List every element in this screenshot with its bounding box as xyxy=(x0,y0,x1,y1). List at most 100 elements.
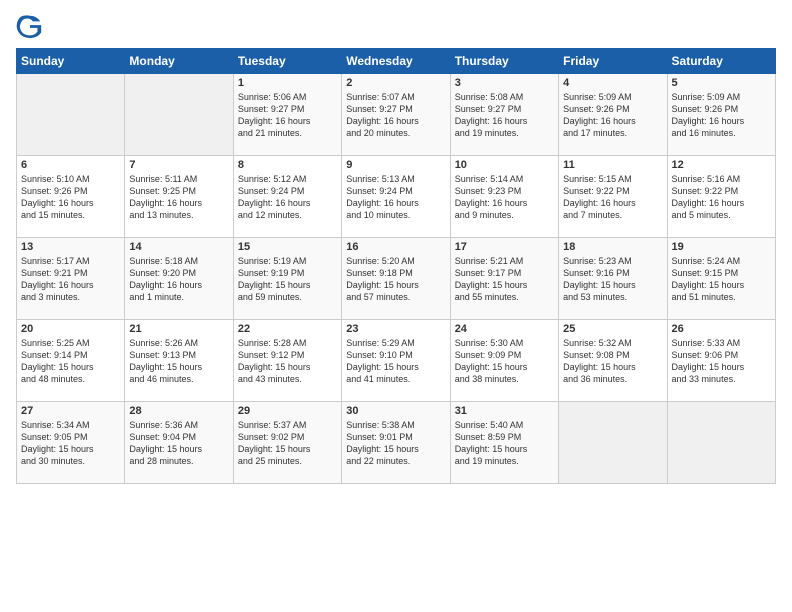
calendar-cell: 15 Sunrise: 5:19 AM Sunset: 9:19 PM Dayli… xyxy=(233,238,341,320)
calendar-cell: 29 Sunrise: 5:37 AM Sunset: 9:02 PM Dayli… xyxy=(233,402,341,484)
day-number: 4 xyxy=(563,77,662,89)
calendar-cell xyxy=(125,74,233,156)
calendar-cell: 5 Sunrise: 5:09 AM Sunset: 9:26 PM Daylig… xyxy=(667,74,775,156)
day-number: 21 xyxy=(129,323,228,335)
day-number: 30 xyxy=(346,405,445,417)
day-number: 19 xyxy=(672,241,771,253)
calendar-cell: 11 Sunrise: 5:15 AM Sunset: 9:22 PM Dayli… xyxy=(559,156,667,238)
logo xyxy=(16,12,48,40)
day-info: Sunrise: 5:16 AM Sunset: 9:22 PM Dayligh… xyxy=(672,173,771,222)
calendar-cell: 4 Sunrise: 5:09 AM Sunset: 9:26 PM Daylig… xyxy=(559,74,667,156)
day-number: 8 xyxy=(238,159,337,171)
day-number: 20 xyxy=(21,323,120,335)
day-number: 26 xyxy=(672,323,771,335)
day-info: Sunrise: 5:37 AM Sunset: 9:02 PM Dayligh… xyxy=(238,419,337,468)
calendar-cell: 23 Sunrise: 5:29 AM Sunset: 9:10 PM Dayli… xyxy=(342,320,450,402)
day-info: Sunrise: 5:24 AM Sunset: 9:15 PM Dayligh… xyxy=(672,255,771,304)
day-number: 22 xyxy=(238,323,337,335)
day-number: 1 xyxy=(238,77,337,89)
day-number: 12 xyxy=(672,159,771,171)
day-info: Sunrise: 5:19 AM Sunset: 9:19 PM Dayligh… xyxy=(238,255,337,304)
header-row: SundayMondayTuesdayWednesdayThursdayFrid… xyxy=(17,49,776,74)
calendar-cell: 26 Sunrise: 5:33 AM Sunset: 9:06 PM Dayli… xyxy=(667,320,775,402)
day-number: 14 xyxy=(129,241,228,253)
day-info: Sunrise: 5:20 AM Sunset: 9:18 PM Dayligh… xyxy=(346,255,445,304)
day-number: 13 xyxy=(21,241,120,253)
page: SundayMondayTuesdayWednesdayThursdayFrid… xyxy=(0,0,792,612)
day-number: 18 xyxy=(563,241,662,253)
day-number: 6 xyxy=(21,159,120,171)
day-number: 3 xyxy=(455,77,554,89)
day-info: Sunrise: 5:34 AM Sunset: 9:05 PM Dayligh… xyxy=(21,419,120,468)
calendar-cell: 21 Sunrise: 5:26 AM Sunset: 9:13 PM Dayli… xyxy=(125,320,233,402)
calendar: SundayMondayTuesdayWednesdayThursdayFrid… xyxy=(16,48,776,484)
calendar-cell: 9Sunrise: 5:13 AM Sunset: 9:24 PM Daylig… xyxy=(342,156,450,238)
calendar-cell: 30 Sunrise: 5:38 AM Sunset: 9:01 PM Dayli… xyxy=(342,402,450,484)
day-number: 24 xyxy=(455,323,554,335)
day-info: Sunrise: 5:17 AM Sunset: 9:21 PM Dayligh… xyxy=(21,255,120,304)
week-row-5: 27 Sunrise: 5:34 AM Sunset: 9:05 PM Dayli… xyxy=(17,402,776,484)
day-info: Sunrise: 5:11 AM Sunset: 9:25 PM Dayligh… xyxy=(129,173,228,222)
day-info: Sunrise: 5:28 AM Sunset: 9:12 PM Dayligh… xyxy=(238,337,337,386)
day-number: 29 xyxy=(238,405,337,417)
week-row-2: 6 Sunrise: 5:10 AM Sunset: 9:26 PM Daylig… xyxy=(17,156,776,238)
day-number: 28 xyxy=(129,405,228,417)
day-number: 27 xyxy=(21,405,120,417)
day-number: 2 xyxy=(346,77,445,89)
day-info: Sunrise: 5:09 AM Sunset: 9:26 PM Dayligh… xyxy=(563,91,662,140)
day-number: 17 xyxy=(455,241,554,253)
day-info: Sunrise: 5:10 AM Sunset: 9:26 PM Dayligh… xyxy=(21,173,120,222)
day-info: Sunrise: 5:38 AM Sunset: 9:01 PM Dayligh… xyxy=(346,419,445,468)
day-number: 15 xyxy=(238,241,337,253)
day-number: 11 xyxy=(563,159,662,171)
day-info: Sunrise: 5:40 AM Sunset: 8:59 PM Dayligh… xyxy=(455,419,554,468)
col-header-saturday: Saturday xyxy=(667,49,775,74)
day-info: Sunrise: 5:30 AM Sunset: 9:09 PM Dayligh… xyxy=(455,337,554,386)
day-info: Sunrise: 5:18 AM Sunset: 9:20 PM Dayligh… xyxy=(129,255,228,304)
header xyxy=(16,12,776,40)
day-info: Sunrise: 5:09 AM Sunset: 9:26 PM Dayligh… xyxy=(672,91,771,140)
day-info: Sunrise: 5:14 AM Sunset: 9:23 PM Dayligh… xyxy=(455,173,554,222)
calendar-cell: 24 Sunrise: 5:30 AM Sunset: 9:09 PM Dayli… xyxy=(450,320,558,402)
calendar-cell: 12 Sunrise: 5:16 AM Sunset: 9:22 PM Dayli… xyxy=(667,156,775,238)
calendar-cell: 8 Sunrise: 5:12 AM Sunset: 9:24 PM Daylig… xyxy=(233,156,341,238)
day-number: 5 xyxy=(672,77,771,89)
calendar-cell: 19 Sunrise: 5:24 AM Sunset: 9:15 PM Dayli… xyxy=(667,238,775,320)
col-header-friday: Friday xyxy=(559,49,667,74)
calendar-cell xyxy=(667,402,775,484)
calendar-cell: 20Sunrise: 5:25 AM Sunset: 9:14 PM Dayli… xyxy=(17,320,125,402)
logo-icon xyxy=(16,12,44,40)
calendar-cell: 17 Sunrise: 5:21 AM Sunset: 9:17 PM Dayli… xyxy=(450,238,558,320)
day-number: 31 xyxy=(455,405,554,417)
day-info: Sunrise: 5:15 AM Sunset: 9:22 PM Dayligh… xyxy=(563,173,662,222)
day-number: 23 xyxy=(346,323,445,335)
day-info: Sunrise: 5:07 AM Sunset: 9:27 PM Dayligh… xyxy=(346,91,445,140)
col-header-thursday: Thursday xyxy=(450,49,558,74)
col-header-sunday: Sunday xyxy=(17,49,125,74)
col-header-wednesday: Wednesday xyxy=(342,49,450,74)
day-info: Sunrise: 5:29 AM Sunset: 9:10 PM Dayligh… xyxy=(346,337,445,386)
day-number: 16 xyxy=(346,241,445,253)
calendar-cell: 7Sunrise: 5:11 AM Sunset: 9:25 PM Daylig… xyxy=(125,156,233,238)
day-info: Sunrise: 5:12 AM Sunset: 9:24 PM Dayligh… xyxy=(238,173,337,222)
calendar-cell: 10 Sunrise: 5:14 AM Sunset: 9:23 PM Dayli… xyxy=(450,156,558,238)
day-info: Sunrise: 5:23 AM Sunset: 9:16 PM Dayligh… xyxy=(563,255,662,304)
col-header-monday: Monday xyxy=(125,49,233,74)
calendar-cell: 31 Sunrise: 5:40 AM Sunset: 8:59 PM Dayli… xyxy=(450,402,558,484)
day-info: Sunrise: 5:08 AM Sunset: 9:27 PM Dayligh… xyxy=(455,91,554,140)
week-row-3: 13 Sunrise: 5:17 AM Sunset: 9:21 PM Dayli… xyxy=(17,238,776,320)
day-info: Sunrise: 5:26 AM Sunset: 9:13 PM Dayligh… xyxy=(129,337,228,386)
calendar-cell xyxy=(17,74,125,156)
day-number: 9 xyxy=(346,159,445,171)
calendar-cell: 1 Sunrise: 5:06 AM Sunset: 9:27 PM Daylig… xyxy=(233,74,341,156)
calendar-cell: 28Sunrise: 5:36 AM Sunset: 9:04 PM Dayli… xyxy=(125,402,233,484)
day-info: Sunrise: 5:32 AM Sunset: 9:08 PM Dayligh… xyxy=(563,337,662,386)
day-info: Sunrise: 5:06 AM Sunset: 9:27 PM Dayligh… xyxy=(238,91,337,140)
day-number: 10 xyxy=(455,159,554,171)
day-number: 25 xyxy=(563,323,662,335)
col-header-tuesday: Tuesday xyxy=(233,49,341,74)
calendar-cell xyxy=(559,402,667,484)
calendar-cell: 14 Sunrise: 5:18 AM Sunset: 9:20 PM Dayli… xyxy=(125,238,233,320)
day-info: Sunrise: 5:21 AM Sunset: 9:17 PM Dayligh… xyxy=(455,255,554,304)
day-info: Sunrise: 5:33 AM Sunset: 9:06 PM Dayligh… xyxy=(672,337,771,386)
